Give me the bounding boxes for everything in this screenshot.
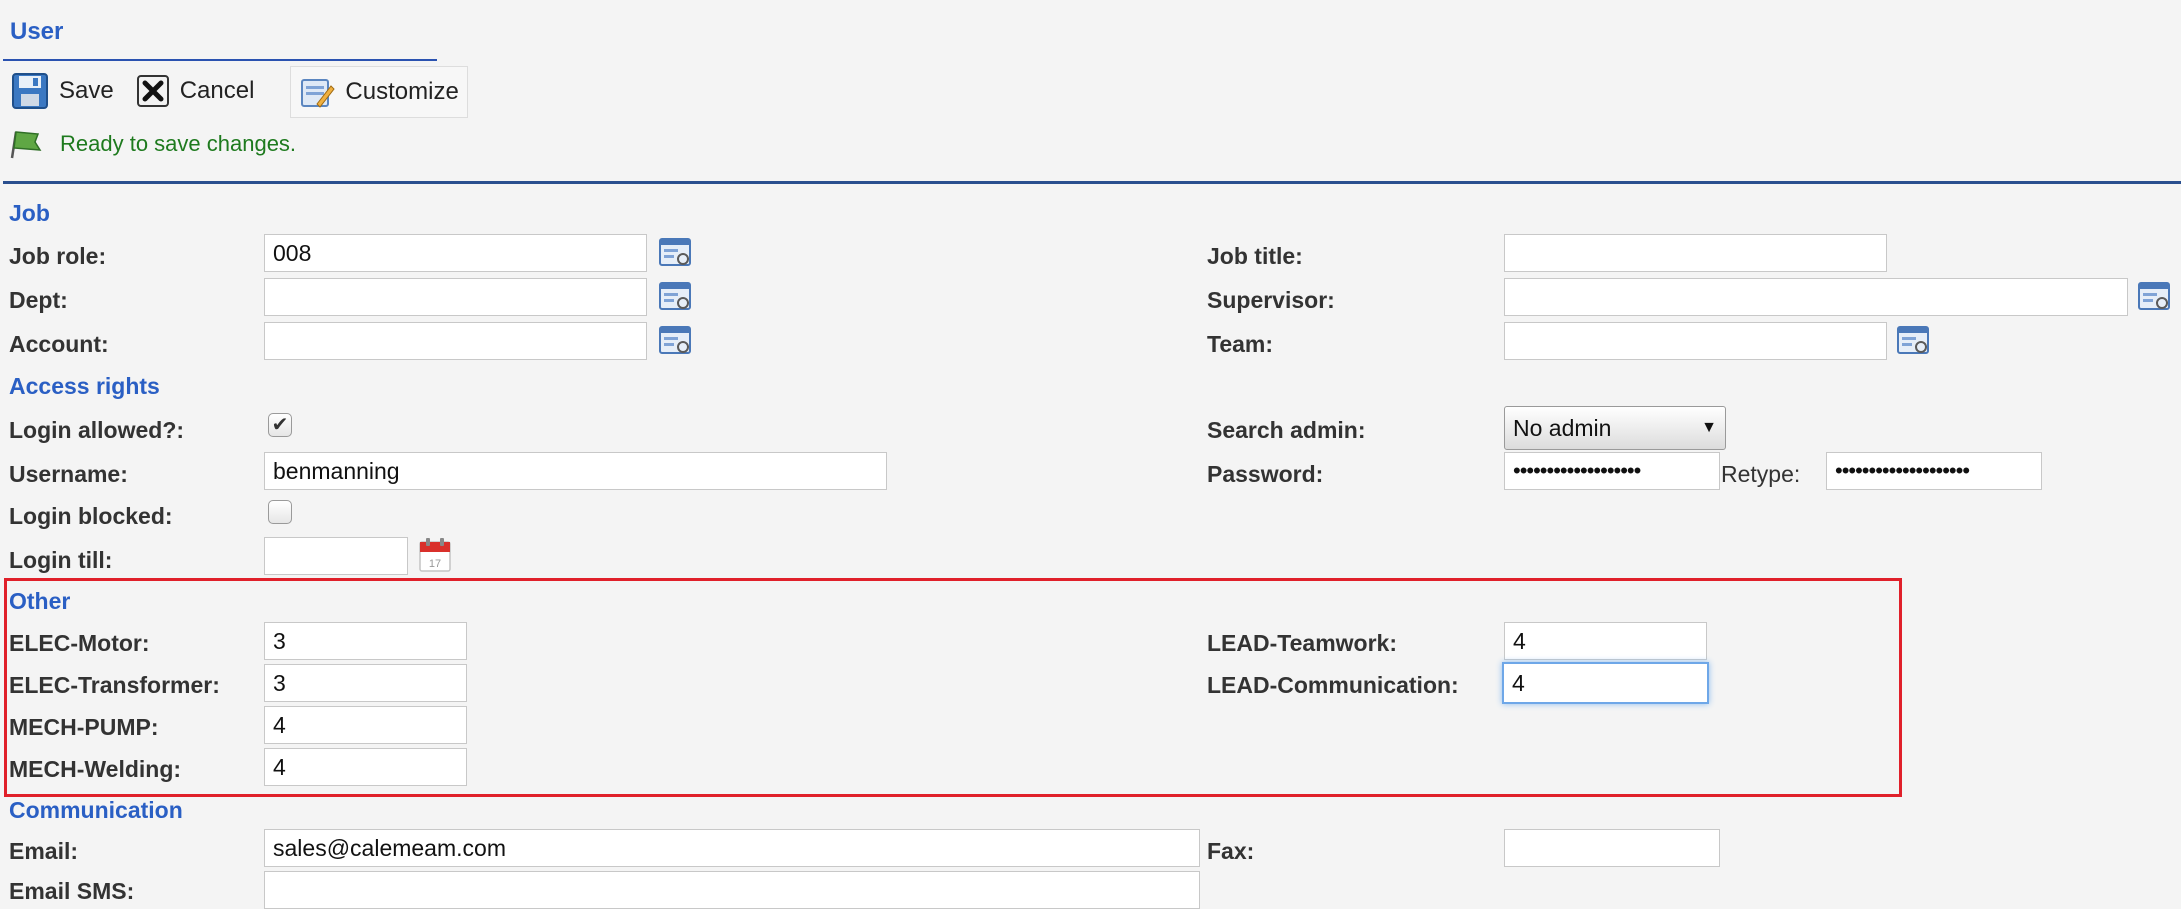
lead-communication-input[interactable] (1502, 662, 1709, 704)
lookup-icon[interactable] (658, 235, 694, 271)
login-till-input[interactable] (264, 537, 408, 575)
title-underline (3, 59, 437, 61)
dept-label: Dept: (9, 287, 68, 313)
save-label: Save (59, 77, 114, 104)
status-text: Ready to save changes. (60, 131, 297, 156)
section-other-title: Other (9, 588, 71, 614)
fax-input[interactable] (1504, 829, 1720, 867)
elec-transformer-input[interactable] (264, 664, 467, 702)
section-communication-title: Communication (9, 797, 183, 823)
elec-transformer-label: ELEC-Transformer: (9, 672, 220, 698)
svg-text:17: 17 (429, 558, 441, 570)
search-admin-value: No admin (1513, 414, 1612, 441)
fax-label: Fax: (1207, 838, 1255, 864)
account-label: Account: (9, 331, 109, 357)
header-divider (3, 181, 2181, 184)
mech-pump-label: MECH-PUMP: (9, 714, 159, 740)
lead-teamwork-input[interactable] (1504, 622, 1707, 660)
account-input[interactable] (264, 322, 647, 360)
elec-motor-label: ELEC-Motor: (9, 630, 150, 656)
cancel-x-icon (136, 75, 169, 107)
section-access-rights-title: Access rights (9, 373, 160, 399)
floppy-disk-icon (12, 73, 48, 109)
job-title-label: Job title: (1207, 243, 1303, 269)
customize-form-icon (301, 79, 336, 108)
login-allowed-label: Login allowed?: (9, 417, 185, 443)
team-input[interactable] (1504, 322, 1887, 360)
login-blocked-label: Login blocked: (9, 503, 173, 529)
username-input[interactable] (264, 452, 887, 490)
login-blocked-checkbox[interactable] (268, 500, 292, 524)
retype-password-input[interactable]: •••••••••••••••••••• (1826, 452, 2042, 490)
job-title-input[interactable] (1504, 234, 1887, 272)
password-label: Password: (1207, 461, 1324, 487)
lead-teamwork-label: LEAD-Teamwork: (1207, 630, 1397, 656)
page-title: User (10, 18, 64, 45)
search-admin-select[interactable]: No admin ▼ (1504, 406, 1726, 450)
retype-label: Retype: (1721, 461, 1801, 487)
section-job-title: Job (9, 200, 50, 226)
mech-welding-input[interactable] (264, 748, 467, 786)
login-till-label: Login till: (9, 547, 113, 573)
lookup-icon[interactable] (658, 279, 694, 315)
mech-pump-input[interactable] (264, 706, 467, 744)
lookup-icon[interactable] (658, 323, 694, 359)
customize-button[interactable]: Customize (290, 66, 468, 118)
supervisor-input[interactable] (1504, 278, 2128, 316)
team-label: Team: (1207, 331, 1274, 357)
job-role-label: Job role: (9, 243, 107, 269)
status-message: Ready to save changes. (8, 128, 296, 160)
job-role-input[interactable] (264, 234, 647, 272)
save-button[interactable]: Save (3, 66, 122, 116)
username-label: Username: (9, 461, 128, 487)
toolbar: Save Cancel Customize (3, 66, 468, 118)
flag-icon (10, 131, 42, 159)
email-input[interactable] (264, 829, 1200, 867)
email-label: Email: (9, 838, 79, 864)
password-input[interactable]: ••••••••••••••••••• (1504, 452, 1720, 490)
lookup-icon[interactable] (2137, 279, 2173, 315)
lookup-icon[interactable] (1896, 323, 1932, 359)
dept-input[interactable] (264, 278, 647, 316)
chevron-down-icon: ▼ (1701, 419, 1717, 436)
mech-welding-label: MECH-Welding: (9, 756, 182, 782)
customize-label: Customize (345, 78, 459, 105)
calendar-icon[interactable]: 17 (418, 537, 452, 573)
email-sms-input[interactable] (264, 871, 1200, 909)
elec-motor-input[interactable] (264, 622, 467, 660)
login-allowed-checkbox[interactable]: ✔ (268, 413, 292, 437)
supervisor-label: Supervisor: (1207, 287, 1335, 313)
cancel-button[interactable]: Cancel (128, 66, 263, 116)
cancel-label: Cancel (179, 77, 255, 104)
search-admin-label: Search admin: (1207, 417, 1366, 443)
lead-communication-label: LEAD-Communication: (1207, 672, 1459, 698)
